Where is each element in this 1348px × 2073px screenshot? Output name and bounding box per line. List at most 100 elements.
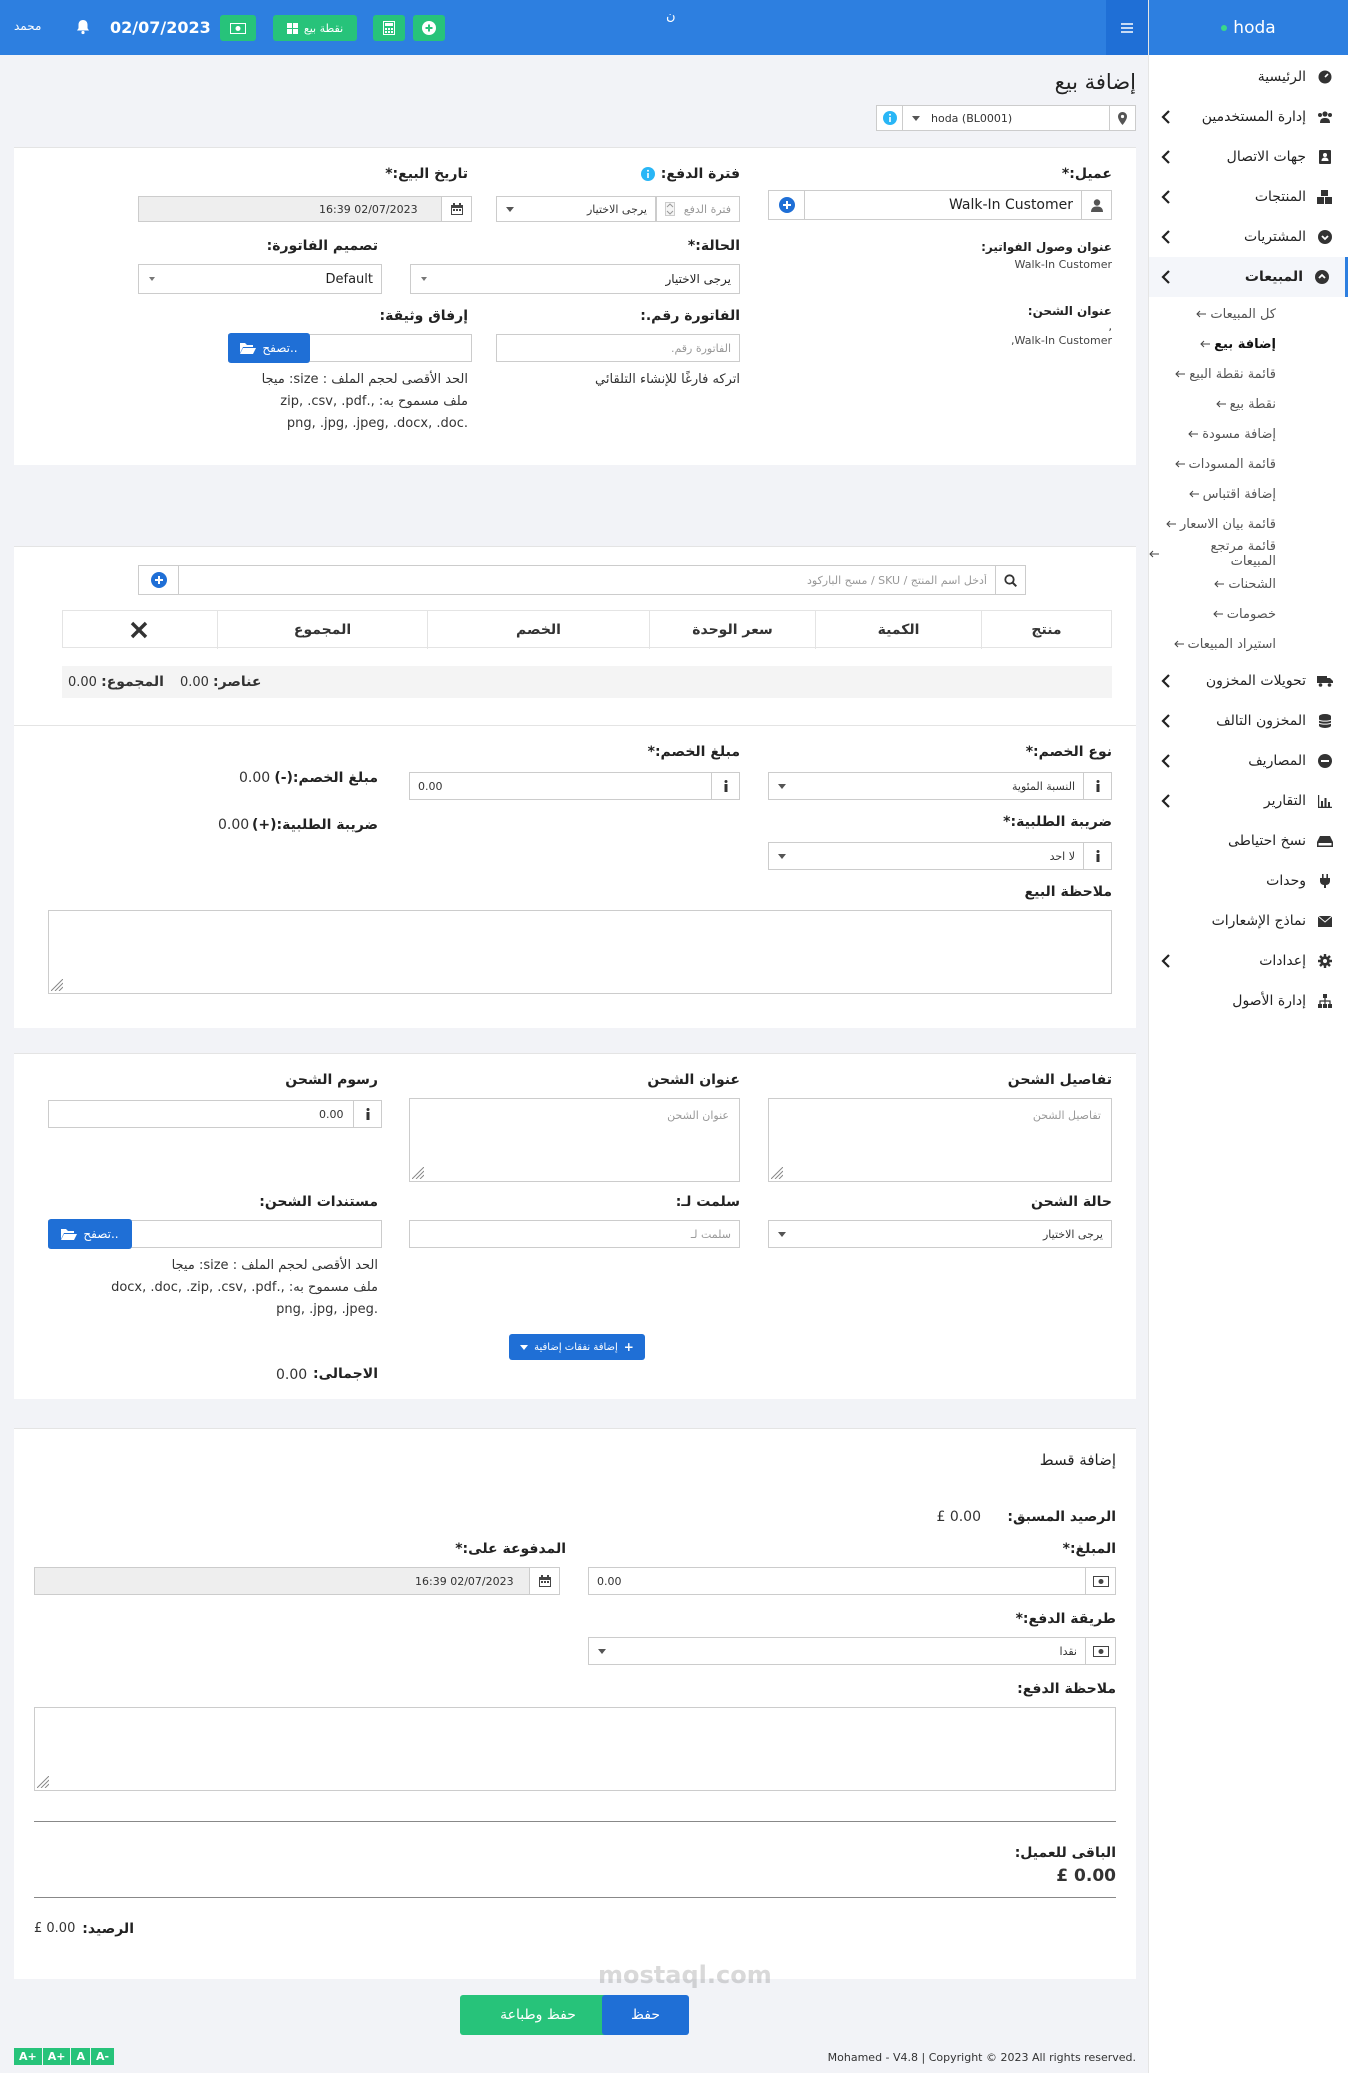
- plus-circle-icon: [150, 572, 167, 588]
- submenu-item[interactable]: نقطة بيع: [1149, 389, 1348, 419]
- sidebar-item[interactable]: وحدات: [1149, 861, 1348, 901]
- folder-open-icon: [240, 343, 257, 354]
- font-reset-button[interactable]: A: [71, 2048, 90, 2065]
- submenu-item[interactable]: خصومات: [1149, 599, 1348, 629]
- browse-button[interactable]: تصفح..: [228, 333, 310, 363]
- arrow-left-icon: [1196, 310, 1207, 318]
- submenu-item[interactable]: إضافة اقتباس: [1149, 479, 1348, 509]
- submenu-item[interactable]: قائمة مرتجع المبيعات: [1149, 539, 1348, 569]
- col-product: منتج: [981, 611, 1111, 649]
- sale-note-textarea[interactable]: [48, 910, 1112, 994]
- info-icon[interactable]: [640, 167, 655, 181]
- sidebar-item[interactable]: جهات الاتصال: [1149, 137, 1348, 177]
- submenu-item-label: إضافة بيع: [1214, 336, 1276, 352]
- add-customer-button[interactable]: [768, 190, 805, 220]
- money-icon: [1085, 1638, 1115, 1664]
- calculator-button[interactable]: [373, 15, 405, 41]
- discount-total-value: 0.00: [239, 770, 271, 786]
- sidebar-item[interactable]: نماذج الإشعارات: [1149, 901, 1348, 941]
- pay-term-type-select[interactable]: يرجى الاختيار: [496, 196, 656, 222]
- save-print-button[interactable]: حفظ وطباعة: [460, 1995, 616, 2035]
- submenu-item[interactable]: الشحنات: [1149, 569, 1348, 599]
- sidebar-item[interactable]: تحويلات المخزون: [1149, 661, 1348, 701]
- font-increase-button[interactable]: A+: [42, 2048, 71, 2065]
- arrow-left-icon: [1200, 340, 1211, 348]
- invoice-layout-select[interactable]: Default: [138, 264, 382, 294]
- payment-amount-input[interactable]: 0.00: [588, 1567, 1116, 1595]
- paid-on-input[interactable]: 02/07/2023 16:39: [34, 1567, 560, 1595]
- submenu-item[interactable]: قائمة نقطة البيع: [1149, 359, 1348, 389]
- info-icon[interactable]: [353, 1101, 381, 1127]
- submenu-item[interactable]: إضافة مسودة: [1149, 419, 1348, 449]
- items-label: عناصر:: [213, 674, 262, 690]
- sidebar-item[interactable]: نسخ احتياطى: [1149, 821, 1348, 861]
- brand[interactable]: hoda: [1149, 0, 1348, 55]
- shipping-docs-help-types: ملف مسموح به: ,.docx, .doc, .zip, .csv, …: [111, 1280, 378, 1295]
- discount-type-select[interactable]: النسبة المئوية: [768, 772, 1112, 800]
- add-product-button[interactable]: [139, 566, 179, 594]
- folder-open-icon: [61, 1229, 78, 1240]
- delivered-to-input[interactable]: سلمت لـ: [409, 1220, 740, 1248]
- invoice-no-input[interactable]: الفاتورة رقم.: [496, 334, 740, 362]
- discount-amount-input[interactable]: 0.00: [409, 772, 740, 800]
- pay-term-number-input[interactable]: فترة الدفع: [656, 196, 740, 222]
- save-button[interactable]: حفظ: [602, 1995, 689, 2035]
- shipping-charges-input[interactable]: 0.00: [48, 1100, 382, 1128]
- font-increase-large-button[interactable]: A+: [14, 2048, 42, 2065]
- payment-method-select[interactable]: نقدا: [588, 1637, 1116, 1665]
- sale-header-card: عميل:* Walk-In Customer عنوان وصول الفوا…: [14, 147, 1136, 465]
- sidebar-item[interactable]: التقارير: [1149, 781, 1348, 821]
- user-name[interactable]: محمد: [14, 19, 41, 33]
- sale-date-input[interactable]: 02/07/2023 16:39: [138, 196, 472, 222]
- location-select[interactable]: hoda (BL0001): [876, 105, 1136, 131]
- invoice-layout-label: تصميم الفاتورة:: [266, 238, 378, 254]
- shipping-docs-help-size: الحد الأقصى لحجم الملف : size: ميجا: [171, 1258, 378, 1273]
- bell-icon[interactable]: [76, 19, 90, 35]
- sidebar-item-label: التقارير: [1263, 793, 1306, 809]
- pos-button[interactable]: نقطة بيع: [273, 15, 357, 41]
- submenu-item[interactable]: قائمة بيان الاسعار: [1149, 509, 1348, 539]
- shipping-details-label: تفاصيل الشحن: [1007, 1072, 1112, 1088]
- sidebar-item[interactable]: إدارة المستخدمين: [1149, 97, 1348, 137]
- order-tax-select[interactable]: لا احد: [768, 842, 1112, 870]
- shipping-browse-button[interactable]: تصفح..: [48, 1219, 132, 1249]
- cash-register-button[interactable]: [220, 15, 256, 41]
- sidebar-item[interactable]: المبيعات: [1149, 257, 1348, 297]
- customer-select[interactable]: Walk-In Customer: [768, 190, 1112, 220]
- submenu-item[interactable]: استيراد المبيعات: [1149, 629, 1348, 659]
- info-icon[interactable]: [1083, 843, 1111, 869]
- sidebar-item[interactable]: الرئيسية: [1149, 57, 1348, 97]
- product-search-bar: أدخل اسم المنتج / SKU / مسح الباركود: [138, 565, 1026, 595]
- discount-type-label: نوع الخصم:*: [1025, 744, 1112, 760]
- payment-note-textarea[interactable]: [34, 1707, 1116, 1791]
- status-select[interactable]: يرجى الاختيار: [410, 264, 740, 294]
- products-total: المجموع: 0.00: [68, 674, 164, 690]
- font-decrease-button[interactable]: A-: [90, 2048, 115, 2065]
- submenu-item[interactable]: كل المبيعات: [1149, 299, 1348, 329]
- sidebar-item[interactable]: المشتريات: [1149, 217, 1348, 257]
- sidebar-toggle-button[interactable]: [1106, 0, 1148, 55]
- spinner-icon[interactable]: [661, 202, 675, 216]
- sidebar-item[interactable]: إعدادات: [1149, 941, 1348, 981]
- order-tax-value: لا احد: [1049, 849, 1075, 863]
- quick-add-button[interactable]: [413, 15, 445, 41]
- search-icon[interactable]: [995, 566, 1025, 594]
- balance-value: £ 0.00: [34, 1921, 76, 1936]
- shipping-address-textarea[interactable]: عنوان الشحن: [409, 1098, 740, 1182]
- product-search-input[interactable]: أدخل اسم المنتج / SKU / مسح الباركود: [179, 574, 995, 587]
- copyright: Mohamed - V4.8 | Copyright © 2023 All ri…: [827, 2051, 1136, 2064]
- sidebar-item[interactable]: المخزون التالف: [1149, 701, 1348, 741]
- submenu-item[interactable]: قائمة المسودات: [1149, 449, 1348, 479]
- shipping-status-select[interactable]: يرجى الاختيار: [768, 1220, 1112, 1248]
- sidebar-item-label: المخزون التالف: [1216, 713, 1306, 729]
- info-icon[interactable]: [711, 773, 739, 799]
- sidebar-item[interactable]: المصاريف: [1149, 741, 1348, 781]
- info-icon[interactable]: [1083, 773, 1111, 799]
- add-additional-expenses-button[interactable]: + إضافة نفقات إضافية: [509, 1334, 645, 1360]
- shipping-details-textarea[interactable]: تفاصيل الشحن: [768, 1098, 1112, 1182]
- sidebar-item[interactable]: إدارة الأصول: [1149, 981, 1348, 1021]
- info-icon[interactable]: [877, 106, 903, 130]
- watermark-text: mostaql.com: [598, 1961, 772, 1989]
- submenu-item[interactable]: إضافة بيع: [1149, 329, 1348, 359]
- sidebar-item[interactable]: المنتجات: [1149, 177, 1348, 217]
